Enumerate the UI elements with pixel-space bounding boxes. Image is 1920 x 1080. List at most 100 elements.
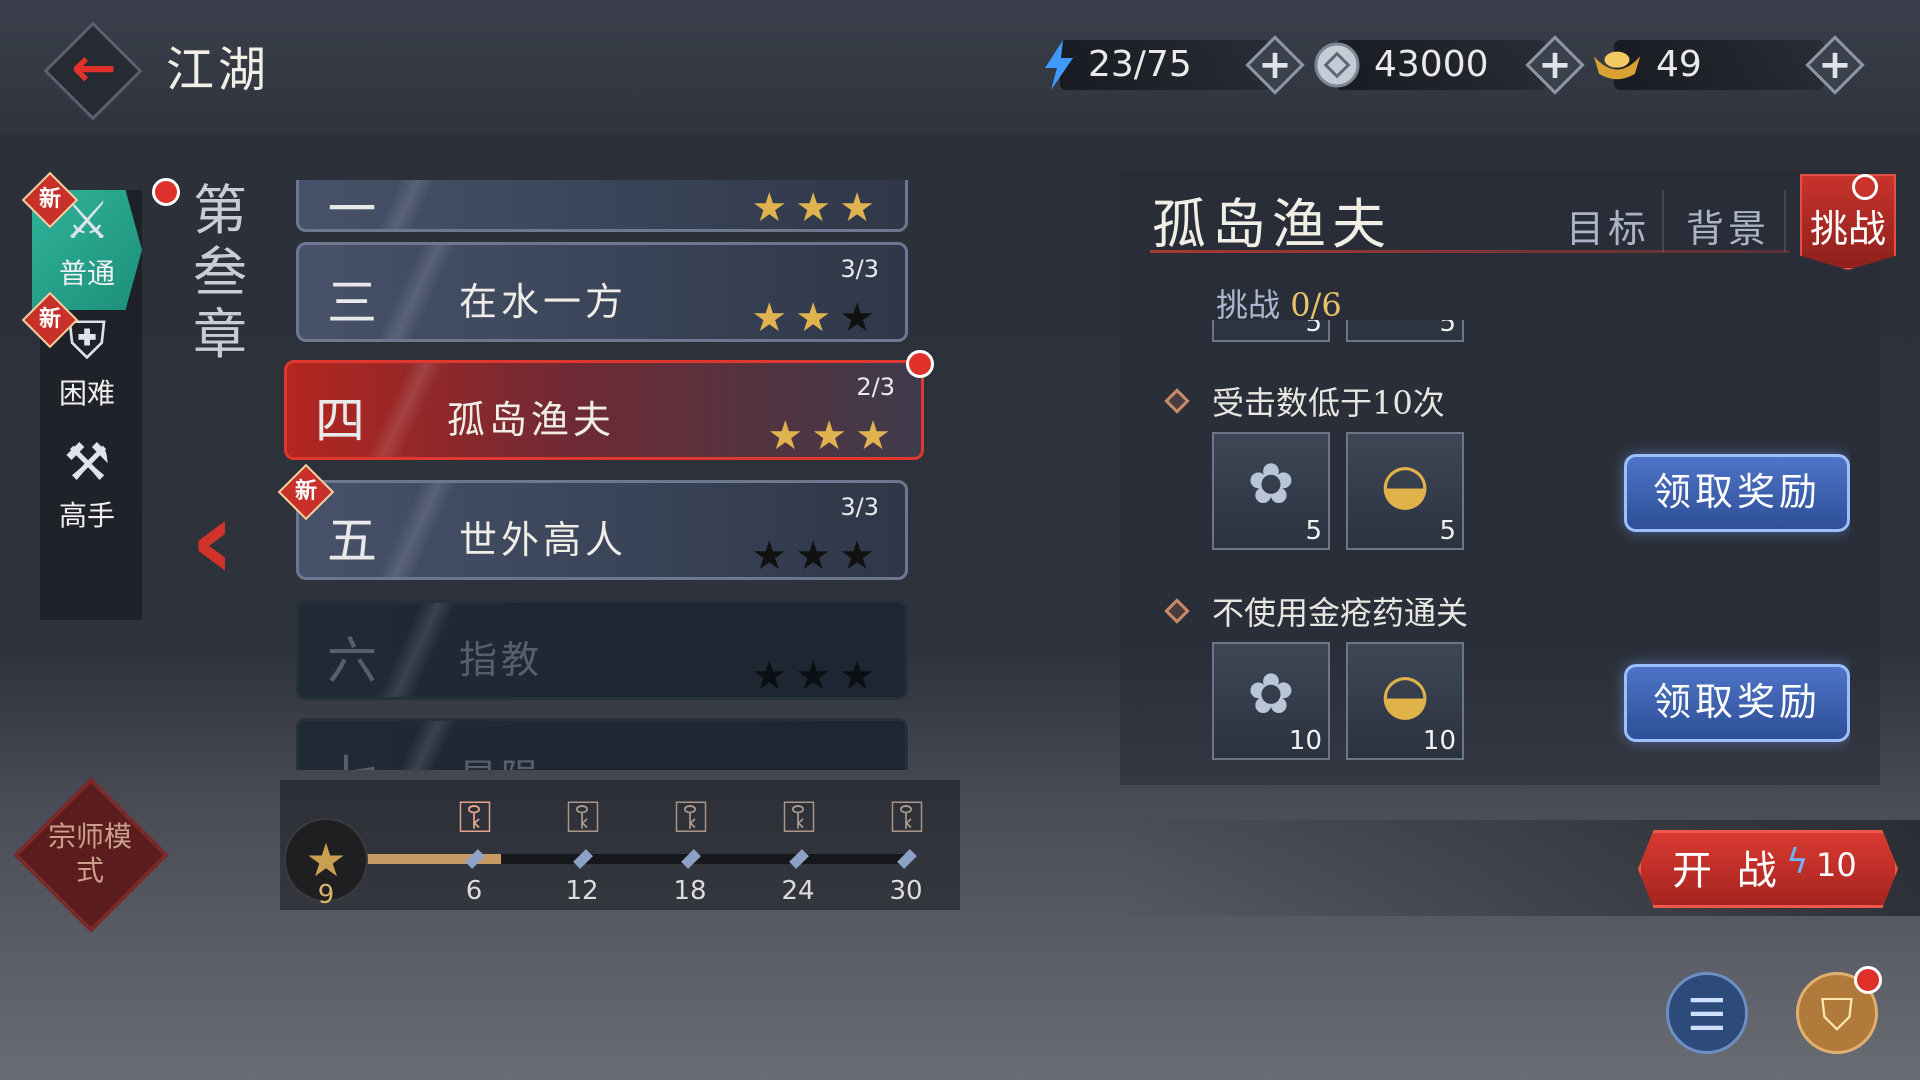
notification-dot xyxy=(906,350,934,378)
stage-row-7-locked[interactable]: 七 星陨 xyxy=(296,718,908,770)
new-badge-label: 新 xyxy=(294,479,317,504)
plus-icon[interactable]: + xyxy=(1807,38,1863,94)
ingot-value: 49 xyxy=(1656,44,1702,85)
back-arrow-icon[interactable]: ← xyxy=(64,38,124,98)
task-title: 受击数低于10次 xyxy=(1212,384,1445,422)
reward-slot: 5 xyxy=(1212,320,1330,342)
lotus-coin-icon: ✿ xyxy=(1247,452,1295,517)
new-badge-label: 新 xyxy=(38,187,61,212)
reward-qty: 5 xyxy=(1439,320,1456,338)
reward-slot[interactable]: ◒ 5 xyxy=(1346,432,1464,550)
gold-ingot-icon xyxy=(1592,40,1642,90)
mode-tab-label: 普通 xyxy=(58,257,115,290)
milestone-label: 24 xyxy=(781,876,815,906)
stage-number: 五 xyxy=(327,512,377,570)
chest-icon[interactable]: ⚿ xyxy=(768,790,830,846)
task-title: 不使用金疮药通关 xyxy=(1212,594,1469,632)
reward-slot[interactable]: ◒ 10 xyxy=(1346,642,1464,760)
stage-number: 六 xyxy=(327,632,377,690)
stage-name: 孤岛渔夫 xyxy=(447,398,616,442)
stage-detail-title: 孤岛渔夫 xyxy=(1152,193,1392,256)
stage-row-4-selected[interactable]: 四 孤岛渔夫 2/3 ★★★ xyxy=(284,360,924,460)
challenge-value: 0/6 xyxy=(1290,286,1342,324)
bullet-diamond-icon xyxy=(1164,388,1190,414)
reward-qty: 5 xyxy=(1439,516,1456,546)
scroll-log-icon[interactable]: ☰ xyxy=(1666,972,1748,1054)
reward-qty: 10 xyxy=(1422,726,1456,756)
reward-qty: 5 xyxy=(1305,516,1322,546)
notification-dot xyxy=(1854,966,1882,994)
bullet-diamond-icon xyxy=(1164,598,1190,624)
ingot-bar xyxy=(1614,40,1824,90)
reward-slot: 5 xyxy=(1346,320,1464,342)
chevron-left-icon[interactable]: ‹ xyxy=(190,485,235,595)
page-title: 江湖 xyxy=(166,42,271,98)
coin-value: 43000 xyxy=(1374,44,1489,85)
reward-qty: 10 xyxy=(1288,726,1322,756)
row-divider xyxy=(365,363,445,457)
new-badge-label: 新 xyxy=(38,307,61,332)
stage-count: 3/3 xyxy=(840,255,879,283)
chapter-title: 第叁章 xyxy=(193,179,247,366)
row-divider xyxy=(377,721,457,770)
stage-stars: ★★★ xyxy=(767,413,899,459)
stage-list[interactable]: 二 ★★★ 三 在水一方 3/3 ★★★ 四 孤岛渔夫 2/3 ★★★ 五 世外… xyxy=(280,180,940,770)
notification-dot xyxy=(152,178,180,206)
chest-icon[interactable]: ⚿ xyxy=(876,790,938,846)
start-battle-cost: 10 xyxy=(1816,846,1857,884)
lotus-coin-icon: ✿ xyxy=(1247,662,1295,727)
reward-slot[interactable]: ✿ 5 xyxy=(1212,432,1330,550)
row-divider xyxy=(377,180,457,229)
warrior-icon: ⚒ xyxy=(63,433,111,493)
notification-dot xyxy=(1852,174,1878,200)
stage-count: 3/3 xyxy=(840,493,879,521)
tab-background[interactable]: 背景 xyxy=(1686,198,1770,253)
claim-reward-button[interactable]: 领取奖励 xyxy=(1624,664,1850,742)
mode-tab-expert[interactable]: ⚒ 高手 xyxy=(32,432,142,552)
chest-icon[interactable]: ⚿ xyxy=(552,790,614,846)
start-battle-label[interactable]: 开 战 xyxy=(1672,838,1783,896)
stage-stars: ★★★ xyxy=(751,185,883,231)
milestone-label: 6 xyxy=(465,876,483,906)
stage-name: 在水一方 xyxy=(459,280,628,324)
row-divider xyxy=(377,245,457,339)
milestone-label: 18 xyxy=(673,876,707,906)
stage-number: 四 xyxy=(315,392,365,450)
tab-separator xyxy=(1784,190,1786,252)
mode-tab-label: 高手 xyxy=(58,499,115,532)
mode-tab-label: 困难 xyxy=(58,377,115,410)
reward-qty: 5 xyxy=(1305,320,1322,338)
stage-number: 二 xyxy=(327,180,377,222)
gold-ingot-icon: ◒ xyxy=(1380,452,1430,517)
stage-name: 世外高人 xyxy=(459,518,628,562)
plus-icon[interactable]: + xyxy=(1247,38,1303,94)
stage-row-6-locked[interactable]: 六 指教 ★★★ xyxy=(296,600,908,700)
stage-count: 2/3 xyxy=(856,373,895,401)
tab-objective[interactable]: 目标 xyxy=(1566,198,1650,253)
challenge-label: 挑战 xyxy=(1216,286,1281,324)
reward-slot[interactable]: ✿ 10 xyxy=(1212,642,1330,760)
energy-value: 23/75 xyxy=(1088,44,1192,85)
chest-icon[interactable]: ⚿ xyxy=(660,790,722,846)
star-total: 9 xyxy=(317,880,335,910)
plus-icon[interactable]: + xyxy=(1527,38,1583,94)
gold-ingot-icon: ◒ xyxy=(1380,662,1430,727)
stage-row-3[interactable]: 三 在水一方 3/3 ★★★ xyxy=(296,242,908,342)
stage-number: 七 xyxy=(327,739,377,770)
stage-name: 指教 xyxy=(459,638,544,682)
milestone-label: 12 xyxy=(565,876,599,906)
stage-row-5[interactable]: 五 世外高人 3/3 ★★★ xyxy=(296,480,908,580)
tab-challenge-label[interactable]: 挑战 xyxy=(1800,198,1896,253)
claim-reward-button[interactable]: 领取奖励 xyxy=(1624,454,1850,532)
challenge-reward-list[interactable]: 5 5 受击数低于10次 ✿ 5 ◒ 5 领取奖励 不使用金疮药通关 ✿ 10 … xyxy=(1150,320,1850,780)
stage-stars: ★★★ xyxy=(751,533,883,579)
stage-stars: ★★★ xyxy=(751,653,883,699)
tab-separator xyxy=(1662,190,1664,252)
lightning-icon: ϟ xyxy=(1786,842,1809,882)
stage-row-2[interactable]: 二 ★★★ xyxy=(296,180,908,232)
row-divider xyxy=(377,483,457,577)
master-mode-label[interactable]: 宗师模式 xyxy=(40,820,140,888)
stage-name: 星陨 xyxy=(459,747,543,770)
stage-stars: ★★★ xyxy=(751,295,883,341)
chest-icon[interactable]: ⚿ xyxy=(444,790,506,846)
